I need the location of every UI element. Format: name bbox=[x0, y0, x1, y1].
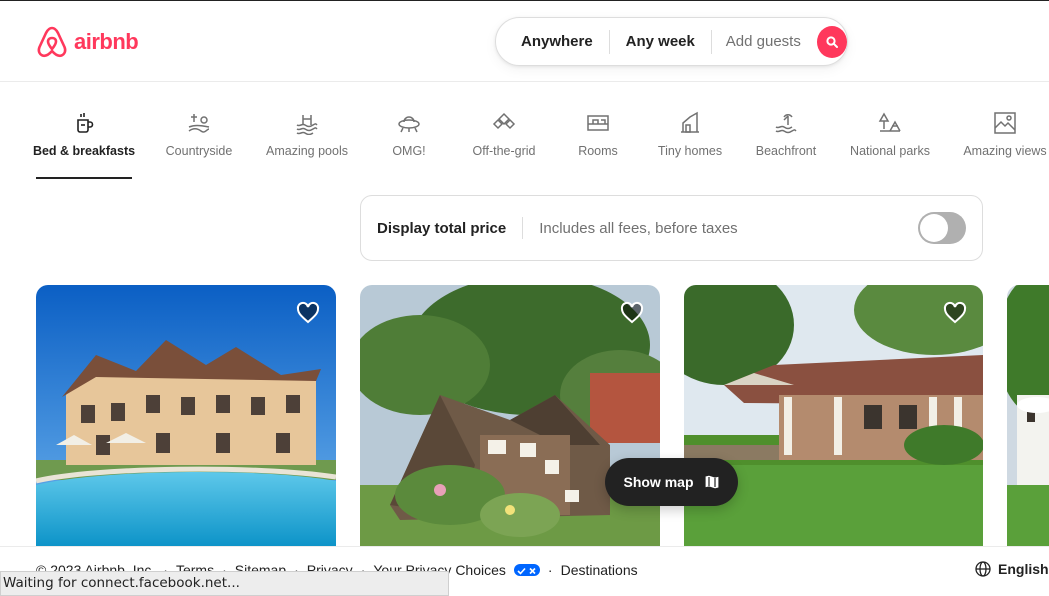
category-label: Rooms bbox=[578, 144, 618, 158]
toggle-knob bbox=[920, 214, 948, 242]
category-national-parks[interactable]: National parks bbox=[849, 110, 931, 158]
total-price-title: Display total price bbox=[377, 219, 507, 237]
category-label: Amazing pools bbox=[266, 144, 348, 158]
national-park-icon bbox=[877, 110, 903, 136]
category-label: Amazing views bbox=[963, 144, 1047, 158]
favorite-heart-icon[interactable] bbox=[943, 301, 967, 325]
listing-photo bbox=[36, 285, 336, 547]
search-icon bbox=[826, 35, 838, 48]
category-tiny-homes[interactable]: Tiny homes bbox=[658, 110, 722, 158]
beach-icon bbox=[773, 110, 799, 136]
total-price-panel: Display total price Includes all fees, b… bbox=[360, 195, 983, 261]
total-price-divider bbox=[522, 217, 524, 239]
category-amazing-views[interactable]: Amazing views bbox=[962, 110, 1048, 158]
search-bar[interactable]: Anywhere Any week Add guests bbox=[495, 17, 848, 66]
favorite-heart-icon[interactable] bbox=[296, 301, 320, 325]
language-button[interactable]: English bbox=[975, 561, 1049, 577]
tiny-home-icon bbox=[677, 110, 703, 136]
total-price-subtitle: Includes all fees, before taxes bbox=[539, 219, 738, 237]
category-countryside[interactable]: Countryside bbox=[163, 110, 235, 158]
category-bar: Bed & breakfasts Countryside Amazing poo… bbox=[0, 110, 1049, 180]
listing-photo bbox=[1007, 285, 1049, 547]
category-beachfront[interactable]: Beachfront bbox=[754, 110, 818, 158]
footer-separator: · bbox=[547, 562, 553, 578]
rooms-icon bbox=[585, 110, 611, 136]
coffee-icon bbox=[71, 110, 97, 136]
globe-icon bbox=[975, 561, 991, 577]
listing-photo bbox=[684, 285, 983, 547]
category-label: National parks bbox=[850, 144, 930, 158]
search-where-button[interactable]: Anywhere bbox=[496, 30, 609, 54]
show-map-label: Show map bbox=[623, 474, 694, 490]
map-icon bbox=[703, 474, 720, 490]
category-label: Tiny homes bbox=[657, 144, 723, 158]
category-label: OMG! bbox=[392, 144, 426, 158]
show-map-button[interactable]: Show map bbox=[605, 458, 738, 506]
privacy-choices-icon bbox=[513, 564, 540, 576]
countryside-icon bbox=[186, 110, 212, 136]
category-off-the-grid[interactable]: Off-the-grid bbox=[469, 110, 539, 158]
category-bed-and-breakfasts[interactable]: Bed & breakfasts bbox=[32, 110, 136, 158]
search-button[interactable] bbox=[816, 25, 847, 58]
favorite-heart-icon[interactable] bbox=[620, 301, 644, 325]
category-label: Bed & breakfasts bbox=[32, 144, 136, 158]
browser-status-bar: Waiting for connect.facebook.net... bbox=[0, 571, 449, 596]
category-rooms[interactable]: Rooms bbox=[578, 110, 618, 158]
off-grid-icon bbox=[491, 110, 517, 136]
airbnb-logo[interactable]: airbnb bbox=[36, 25, 139, 59]
category-label: Off-the-grid bbox=[472, 144, 536, 158]
search-when-button[interactable]: Any week bbox=[610, 30, 711, 54]
destinations-link[interactable]: Destinations bbox=[561, 562, 638, 578]
pool-icon bbox=[294, 110, 320, 136]
airbnb-logo-icon bbox=[37, 26, 67, 58]
listing-photo bbox=[360, 285, 660, 547]
brand-name: airbnb bbox=[74, 29, 139, 54]
search-guests-button[interactable]: Add guests bbox=[712, 33, 817, 50]
language-label: English bbox=[998, 561, 1049, 577]
category-label: Countryside bbox=[165, 144, 233, 158]
active-category-underline bbox=[36, 177, 132, 179]
listing-card[interactable] bbox=[684, 285, 983, 547]
header: airbnb Anywhere Any week Add guests bbox=[0, 0, 1049, 82]
total-price-toggle[interactable] bbox=[918, 212, 966, 244]
listing-card[interactable] bbox=[1007, 285, 1049, 547]
category-omg[interactable]: OMG! bbox=[392, 110, 426, 158]
listing-card[interactable] bbox=[360, 285, 660, 547]
listing-card[interactable] bbox=[36, 285, 336, 547]
category-amazing-pools[interactable]: Amazing pools bbox=[265, 110, 349, 158]
ufo-icon bbox=[396, 110, 422, 136]
category-label: Beachfront bbox=[755, 144, 817, 158]
views-icon bbox=[992, 110, 1018, 136]
